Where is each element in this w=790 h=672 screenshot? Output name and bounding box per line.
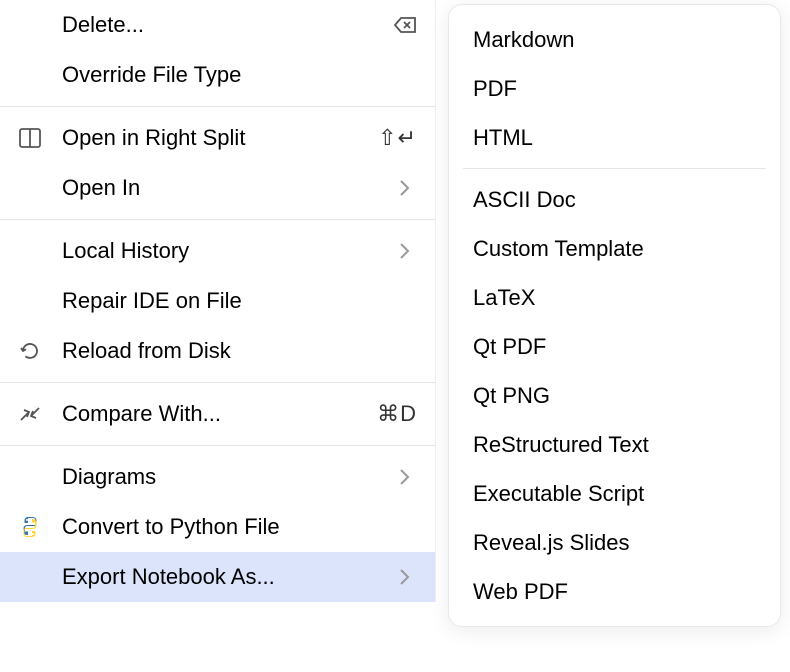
menu-item-label: ASCII Doc: [473, 187, 756, 213]
menu-item-delete[interactable]: Delete...: [0, 0, 435, 50]
menu-item-label: Open In: [62, 175, 385, 201]
keyboard-shortcut: ⇧↵: [378, 125, 417, 151]
menu-item-reveal-js-slides[interactable]: Reveal.js Slides: [449, 518, 780, 567]
chevron-right-icon: [393, 565, 417, 589]
split-icon: [18, 126, 42, 150]
menu-item-convert-to-python-file[interactable]: Convert to Python File: [0, 502, 435, 552]
chevron-right-icon: [393, 239, 417, 263]
menu-item-label: PDF: [473, 76, 756, 102]
chevron-right-icon: [393, 465, 417, 489]
reload-icon: [18, 339, 42, 363]
menu-item-web-pdf[interactable]: Web PDF: [449, 567, 780, 616]
menu-item-label: Delete...: [62, 12, 385, 38]
menu-divider: [0, 219, 435, 220]
menu-item-label: Custom Template: [473, 236, 756, 262]
menu-item-label: Qt PDF: [473, 334, 756, 360]
menu-item-reload-from-disk[interactable]: Reload from Disk: [0, 326, 435, 376]
menu-item-icon-slot: [18, 402, 62, 426]
menu-item-label: Repair IDE on File: [62, 288, 417, 314]
chevron-right-icon: [393, 465, 417, 489]
menu-item-compare-with[interactable]: Compare With... ⌘D: [0, 389, 435, 439]
menu-item-label: Export Notebook As...: [62, 564, 385, 590]
menu-item-label: Local History: [62, 238, 385, 264]
chevron-right-icon: [393, 239, 417, 263]
menu-divider: [463, 168, 766, 169]
menu-item-label: Compare With...: [62, 401, 369, 427]
delete-x-icon: [393, 13, 417, 37]
context-menu: Delete... Override File Type Open in Right…: [0, 0, 436, 602]
menu-item-label: Override File Type: [62, 62, 417, 88]
export-submenu: Markdown PDF HTML ASCII Doc Custom Template L…: [448, 4, 781, 627]
python-icon: [18, 515, 42, 539]
menu-item-repair-ide-on-file[interactable]: Repair IDE on File: [0, 276, 435, 326]
menu-item-pdf[interactable]: PDF: [449, 64, 780, 113]
menu-item-qt-png[interactable]: Qt PNG: [449, 371, 780, 420]
menu-item-label: Reveal.js Slides: [473, 530, 756, 556]
shortcut-icon-slot: [393, 13, 417, 37]
menu-item-executable-script[interactable]: Executable Script: [449, 469, 780, 518]
chevron-right-icon: [393, 176, 417, 200]
menu-item-label: ReStructured Text: [473, 432, 756, 458]
menu-item-label: HTML: [473, 125, 756, 151]
menu-item-open-in-right-split[interactable]: Open in Right Split ⇧↵: [0, 113, 435, 163]
chevron-right-icon: [393, 176, 417, 200]
menu-divider: [0, 445, 435, 446]
compare-icon: [18, 402, 42, 426]
menu-item-ascii-doc[interactable]: ASCII Doc: [449, 175, 780, 224]
menu-divider: [0, 382, 435, 383]
menu-item-override-file-type[interactable]: Override File Type: [0, 50, 435, 100]
menu-item-custom-template[interactable]: Custom Template: [449, 224, 780, 273]
menu-item-qt-pdf[interactable]: Qt PDF: [449, 322, 780, 371]
menu-item-open-in[interactable]: Open In: [0, 163, 435, 213]
menu-item-html[interactable]: HTML: [449, 113, 780, 162]
menu-item-label: Web PDF: [473, 579, 756, 605]
menu-item-icon-slot: [18, 515, 62, 539]
menu-item-export-notebook-as[interactable]: Export Notebook As...: [0, 552, 435, 602]
menu-item-label: Executable Script: [473, 481, 756, 507]
menu-item-restructured-text[interactable]: ReStructured Text: [449, 420, 780, 469]
menu-item-label: Open in Right Split: [62, 125, 370, 151]
menu-item-diagrams[interactable]: Diagrams: [0, 452, 435, 502]
menu-item-label: Diagrams: [62, 464, 385, 490]
menu-divider: [0, 106, 435, 107]
menu-item-local-history[interactable]: Local History: [0, 226, 435, 276]
menu-item-latex[interactable]: LaTeX: [449, 273, 780, 322]
menu-item-icon-slot: [18, 126, 62, 150]
menu-item-markdown[interactable]: Markdown: [449, 15, 780, 64]
menu-item-label: Qt PNG: [473, 383, 756, 409]
menu-item-label: Markdown: [473, 27, 756, 53]
chevron-right-icon: [393, 565, 417, 589]
menu-item-label: Reload from Disk: [62, 338, 417, 364]
menu-item-label: Convert to Python File: [62, 514, 417, 540]
menu-item-label: LaTeX: [473, 285, 756, 311]
menu-item-icon-slot: [18, 339, 62, 363]
keyboard-shortcut: ⌘D: [377, 401, 417, 427]
